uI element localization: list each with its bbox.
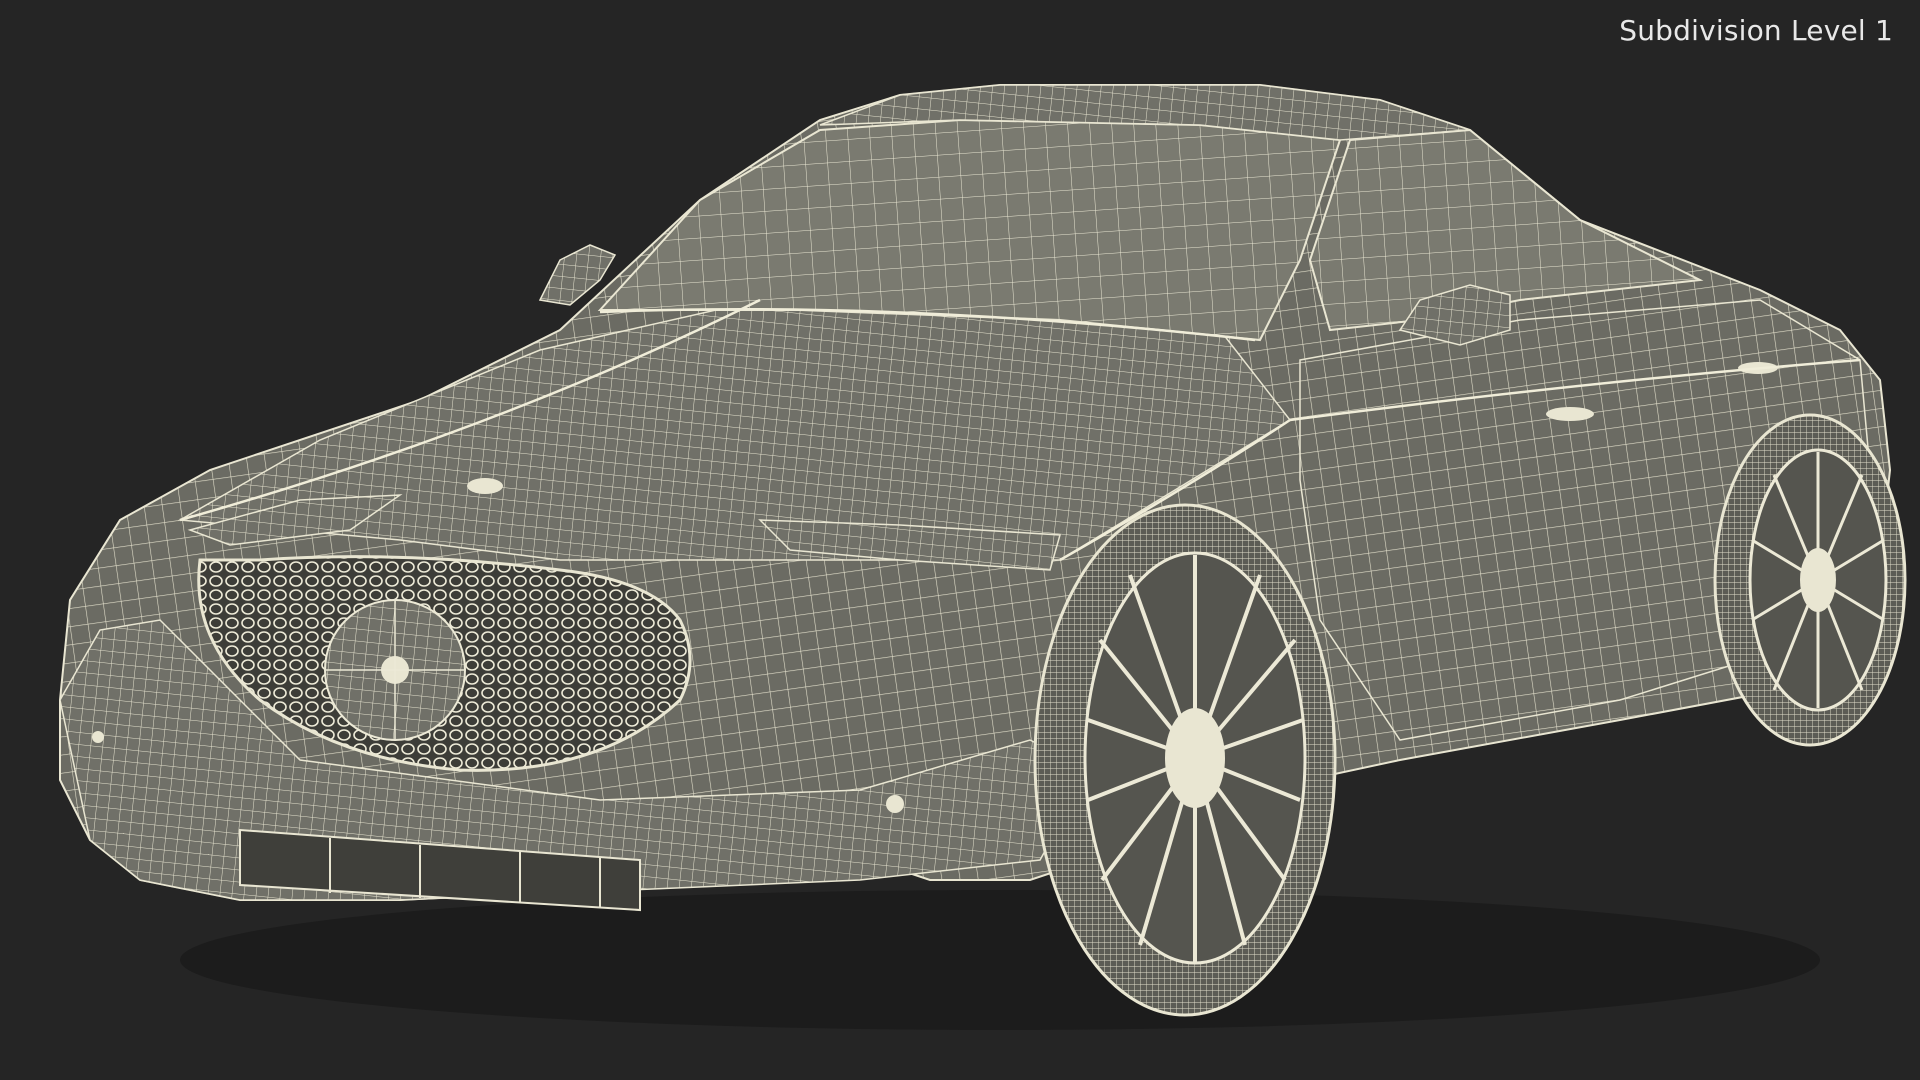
car-wireframe-icon [59,84,1907,1030]
windshield [597,118,1342,342]
viewport: Subdivision Level 1 [0,0,1920,1080]
fog-light [886,795,904,813]
fog-light-left [92,731,104,743]
hood-emblem [467,478,503,494]
rear-wheel [1713,413,1907,747]
grille-emblem [324,599,466,741]
door-handle-front [1546,407,1594,421]
ground-shadow [180,890,1820,1030]
subdivision-level-label: Subdivision Level 1 [1619,14,1893,47]
front-wheel [1033,503,1337,1017]
